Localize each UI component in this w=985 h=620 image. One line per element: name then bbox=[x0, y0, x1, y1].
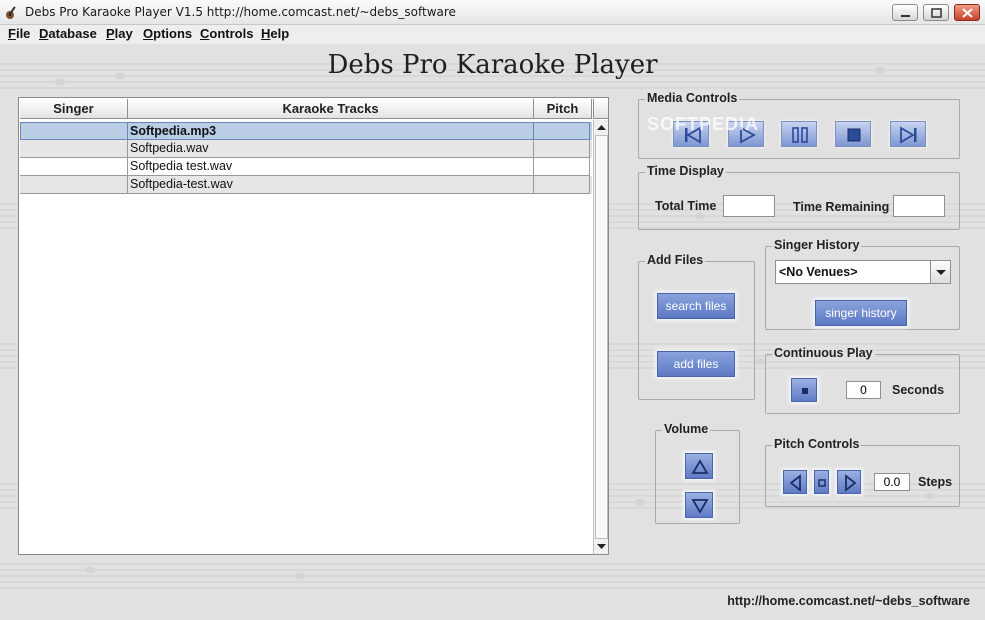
pause-button[interactable] bbox=[781, 121, 817, 147]
cell-track: Softpedia-test.wav bbox=[128, 176, 534, 194]
minimize-button[interactable] bbox=[892, 4, 918, 21]
add-files-title: Add Files bbox=[645, 253, 706, 267]
venue-select-value: <No Venues> bbox=[779, 265, 858, 279]
menu-options[interactable]: Options bbox=[143, 26, 192, 41]
table-scrollbar[interactable] bbox=[593, 120, 608, 554]
maximize-button[interactable] bbox=[923, 4, 949, 21]
continuous-play-toggle[interactable] bbox=[791, 378, 817, 402]
pitch-down-button[interactable] bbox=[783, 470, 807, 494]
time-display-title: Time Display bbox=[645, 164, 726, 178]
cell-pitch bbox=[534, 158, 590, 176]
cell-track: Softpedia.mp3 bbox=[128, 122, 534, 140]
continuous-play-group: Continuous Play 0 Seconds bbox=[765, 346, 960, 414]
chevron-down-icon bbox=[936, 270, 946, 275]
next-icon bbox=[900, 126, 917, 144]
menu-bar: File Database Play Options Controls Help bbox=[0, 25, 985, 44]
stop-icon bbox=[847, 128, 861, 142]
continuous-play-title: Continuous Play bbox=[772, 346, 875, 360]
volume-group: Volume bbox=[655, 422, 740, 524]
title-bar: Debs Pro Karaoke Player V1.5 http://home… bbox=[0, 0, 985, 25]
pitch-steps-field[interactable]: 0.0 bbox=[874, 473, 910, 491]
pitch-controls-group: Pitch Controls 0.0 Steps bbox=[765, 437, 960, 507]
continuous-play-seconds-field[interactable]: 0 bbox=[846, 381, 881, 399]
table-row[interactable]: Softpedia.mp3 bbox=[20, 122, 592, 140]
table-body: Softpedia.mp3 Softpedia.wav Softpedia te… bbox=[20, 122, 592, 194]
time-remaining-field[interactable] bbox=[893, 195, 945, 217]
media-controls-group: Media Controls SOFTPEDIA bbox=[638, 91, 960, 159]
time-remaining-label: Time Remaining bbox=[793, 200, 890, 214]
menu-file[interactable]: File bbox=[8, 26, 30, 41]
footer-url[interactable]: http://home.comcast.net/~debs_software bbox=[727, 594, 970, 608]
cell-pitch bbox=[534, 140, 590, 158]
scrollbar-thumb[interactable] bbox=[595, 135, 608, 539]
singer-history-title: Singer History bbox=[772, 238, 862, 252]
volume-down-icon bbox=[691, 499, 709, 514]
pitch-down-icon bbox=[789, 474, 801, 492]
table-row[interactable]: Softpedia.wav bbox=[20, 140, 592, 158]
app-title: Debs Pro Karaoke Player bbox=[327, 50, 658, 80]
volume-title: Volume bbox=[662, 422, 711, 436]
search-files-button[interactable]: search files bbox=[657, 293, 735, 319]
pitch-up-button[interactable] bbox=[837, 470, 861, 494]
volume-up-button[interactable] bbox=[685, 453, 713, 479]
guitar-icon bbox=[6, 6, 16, 19]
seconds-label: Seconds bbox=[892, 383, 945, 397]
scroll-down-icon[interactable] bbox=[595, 540, 608, 553]
table-row[interactable]: Softpedia test.wav bbox=[20, 158, 592, 176]
cell-pitch bbox=[534, 122, 590, 140]
cell-track: Softpedia.wav bbox=[128, 140, 534, 158]
cell-pitch bbox=[534, 176, 590, 194]
scroll-up-icon[interactable] bbox=[595, 121, 608, 134]
total-time-field[interactable] bbox=[723, 195, 775, 217]
table-header-corner bbox=[593, 99, 608, 119]
volume-down-button[interactable] bbox=[685, 492, 713, 518]
cell-singer bbox=[20, 140, 128, 158]
menu-help[interactable]: Help bbox=[261, 26, 289, 41]
close-icon bbox=[962, 8, 973, 18]
window-title: Debs Pro Karaoke Player V1.5 http://home… bbox=[25, 5, 456, 19]
minimize-icon bbox=[901, 15, 910, 17]
menu-controls[interactable]: Controls bbox=[200, 26, 253, 41]
stop-button[interactable] bbox=[835, 121, 871, 147]
singer-history-group: Singer History <No Venues> singer histor… bbox=[765, 238, 960, 330]
venue-select-arrow[interactable] bbox=[930, 261, 950, 283]
toggle-icon bbox=[802, 388, 808, 394]
add-files-button[interactable]: add files bbox=[657, 351, 735, 377]
media-controls-title: Media Controls bbox=[645, 91, 740, 105]
steps-label: Steps bbox=[918, 475, 953, 489]
menu-database[interactable]: Database bbox=[39, 26, 97, 41]
time-display-group: Time Display Total Time Time Remaining bbox=[638, 164, 960, 230]
pitch-controls-title: Pitch Controls bbox=[772, 437, 862, 451]
table-row[interactable]: Softpedia-test.wav bbox=[20, 176, 592, 194]
cell-track: Softpedia test.wav bbox=[128, 158, 534, 176]
main-panel: Debs Pro Karaoke Player Singer Karaoke T… bbox=[0, 44, 985, 620]
softpedia-watermark: SOFTPEDIA bbox=[647, 114, 760, 134]
menu-play[interactable]: Play bbox=[106, 26, 133, 41]
maximize-icon bbox=[931, 8, 942, 18]
total-time-label: Total Time bbox=[655, 199, 717, 213]
cell-singer bbox=[20, 122, 128, 140]
venue-select[interactable]: <No Venues> bbox=[775, 260, 951, 284]
pitch-up-icon bbox=[845, 474, 857, 492]
column-header-pitch[interactable]: Pitch bbox=[534, 99, 592, 119]
pitch-reset-icon bbox=[818, 479, 826, 487]
pause-icon bbox=[792, 127, 808, 143]
cell-singer bbox=[20, 158, 128, 176]
tracks-table[interactable]: Singer Karaoke Tracks Pitch Softpedia.mp… bbox=[18, 97, 609, 555]
close-button[interactable] bbox=[954, 4, 980, 21]
cell-singer bbox=[20, 176, 128, 194]
column-header-singer[interactable]: Singer bbox=[20, 99, 128, 119]
next-button[interactable] bbox=[890, 121, 926, 147]
column-header-karaoke-tracks[interactable]: Karaoke Tracks bbox=[128, 99, 534, 119]
pitch-reset-button[interactable] bbox=[814, 470, 829, 494]
singer-history-button[interactable]: singer history bbox=[815, 300, 907, 326]
table-header: Singer Karaoke Tracks Pitch bbox=[20, 99, 592, 119]
volume-up-icon bbox=[691, 459, 709, 474]
add-files-group: Add Files search files add files bbox=[638, 253, 755, 400]
